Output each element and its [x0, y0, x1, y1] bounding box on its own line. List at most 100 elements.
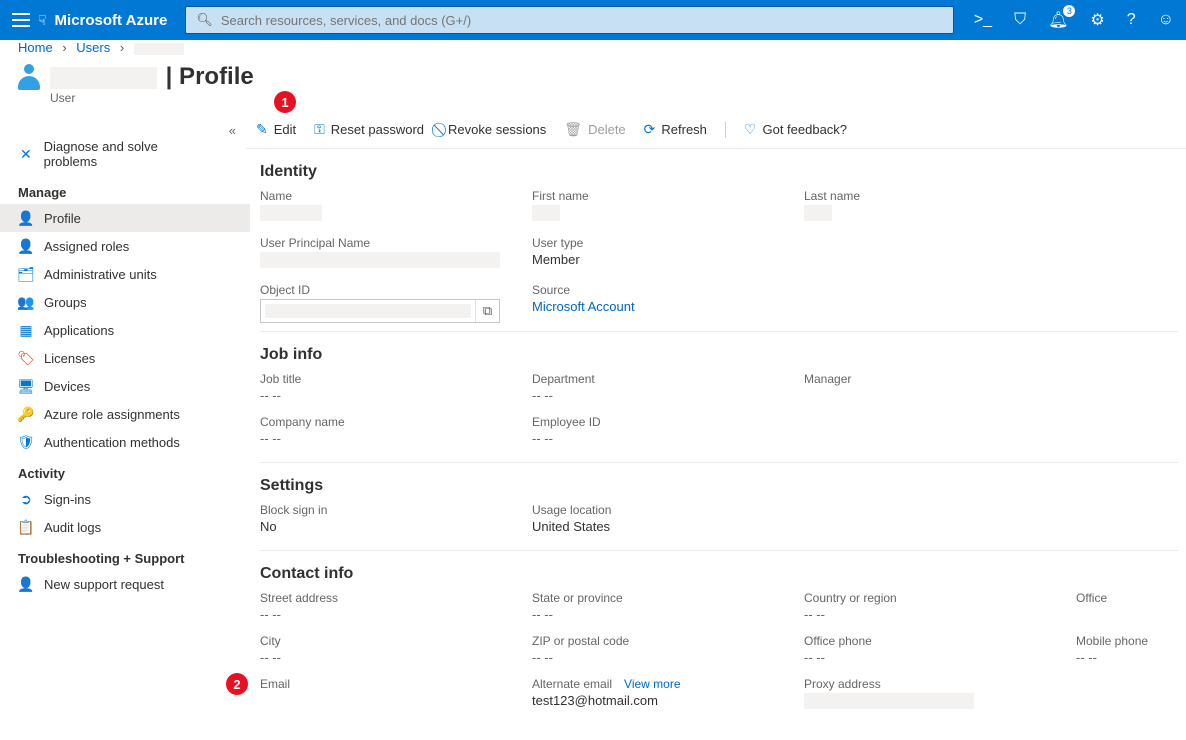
reset-password-button[interactable]: ⚿Reset password	[314, 121, 424, 138]
breadcrumb: Home › Users ›	[0, 40, 1186, 63]
country-value: -- --	[804, 607, 1074, 622]
breadcrumb-home[interactable]: Home	[18, 40, 53, 55]
sidebar-item-profile[interactable]: 👤Profile	[0, 204, 250, 232]
city-label: City	[260, 634, 530, 648]
settings-heading: Settings	[260, 477, 1178, 495]
altemail-label: Alternate emailView more	[532, 677, 802, 691]
copy-icon[interactable]: ⧉	[475, 300, 499, 322]
help-icon[interactable]: ?	[1127, 11, 1136, 29]
search-icon: 🔍︎	[196, 12, 213, 28]
hamburger-menu[interactable]	[12, 10, 32, 30]
breadcrumb-current	[134, 43, 184, 55]
sidebar-item-admin-units[interactable]: 🗂Administrative units	[0, 260, 250, 288]
revoke-sessions-button[interactable]: ⃠Revoke sessions	[442, 121, 546, 138]
sidebar-item-diagnose[interactable]: ✕Diagnose and solve problems	[0, 133, 229, 175]
profile-icon: 👤	[18, 210, 34, 226]
brand-label: Microsoft Azure	[55, 12, 168, 29]
feedback-button[interactable]: ♡Got feedback?	[744, 121, 847, 138]
company-value: -- --	[260, 431, 530, 446]
annotation-marker-2: 2	[226, 673, 248, 695]
trash-icon: 🗑	[564, 121, 582, 138]
sidebar-item-applications[interactable]: ▦Applications	[0, 316, 250, 344]
audit-icon: 📋	[18, 519, 34, 535]
feedback-icon[interactable]: ☺	[1158, 11, 1174, 29]
annotation-marker-1: 1	[274, 91, 296, 113]
contact-heading: Contact info	[260, 565, 1178, 583]
lastname-value	[804, 205, 832, 221]
empid-value: -- --	[532, 431, 802, 446]
sidebar-item-new-support[interactable]: 👤New support request	[0, 570, 250, 598]
diagnose-icon: ✕	[18, 146, 34, 162]
collapse-sidebar-icon[interactable]: «	[229, 123, 236, 138]
sidebar-section-manage: Manage	[0, 175, 250, 204]
proxy-label: Proxy address	[804, 677, 1074, 691]
identity-heading: Identity	[260, 163, 1178, 181]
sidebar-item-licenses[interactable]: 🏷Licenses	[0, 344, 250, 372]
page-subtype: User	[0, 91, 1186, 105]
sidebar-item-groups[interactable]: 👥Groups	[0, 288, 250, 316]
zip-label: ZIP or postal code	[532, 634, 802, 648]
objectid-label: Object ID	[260, 283, 530, 297]
sidebar-item-auth-methods[interactable]: 🛡Authentication methods	[0, 428, 250, 456]
sidebar-item-audit-logs[interactable]: 📋Audit logs	[0, 513, 250, 541]
usertype-label: User type	[532, 236, 802, 250]
sidebar-section-activity: Activity	[0, 456, 250, 485]
street-value: -- --	[260, 607, 530, 622]
department-label: Department	[532, 372, 802, 386]
toolbar-separator	[725, 122, 726, 138]
firstname-label: First name	[532, 189, 802, 203]
notifications-icon[interactable]: 🔔︎3	[1048, 10, 1068, 30]
page-title: | Profile	[50, 63, 254, 91]
refresh-button[interactable]: ⟳Refresh	[644, 121, 707, 138]
block-value: No	[260, 519, 530, 534]
notification-badge: 3	[1063, 5, 1075, 17]
filter-icon[interactable]: ⛉	[1014, 11, 1026, 29]
usertype-value: Member	[532, 252, 802, 267]
firstname-value	[532, 205, 560, 221]
user-icon	[18, 64, 40, 90]
breadcrumb-users[interactable]: Users	[76, 40, 110, 55]
city-value: -- --	[260, 650, 530, 665]
state-label: State or province	[532, 591, 802, 605]
jobtitle-value: -- --	[260, 388, 530, 403]
shield-icon: 🛡	[18, 434, 34, 450]
country-label: Country or region	[804, 591, 1074, 605]
objectid-field[interactable]: ⧉	[260, 299, 500, 323]
proxy-value	[804, 693, 974, 709]
applications-icon: ▦	[18, 322, 34, 338]
jobinfo-heading: Job info	[260, 346, 1178, 364]
support-icon: 👤	[18, 576, 34, 592]
cloud-shell-icon[interactable]: >_	[974, 11, 992, 29]
manager-label: Manager	[804, 372, 1074, 386]
viewmore-link[interactable]: View more	[624, 677, 680, 691]
sidebar-item-signins[interactable]: ➲Sign-ins	[0, 485, 250, 513]
edit-button[interactable]: 1 ✎Edit	[256, 121, 296, 138]
altemail-value: test123@hotmail.com	[532, 693, 802, 708]
email-label: Email	[260, 677, 530, 691]
sidebar-item-assigned-roles[interactable]: 👤Assigned roles	[0, 232, 250, 260]
source-value[interactable]: Microsoft Account	[532, 299, 635, 314]
settings-icon[interactable]: ⚙	[1090, 10, 1104, 30]
lastname-label: Last name	[804, 189, 1074, 203]
groups-icon: 👥	[18, 294, 34, 310]
company-label: Company name	[260, 415, 530, 429]
search-input[interactable]	[221, 13, 943, 28]
jobtitle-label: Job title	[260, 372, 530, 386]
street-label: Street address	[260, 591, 530, 605]
officephone-label: Office phone	[804, 634, 1074, 648]
zip-value: -- --	[532, 650, 802, 665]
sidebar-item-devices[interactable]: 🖥Devices	[0, 372, 250, 400]
signin-icon: ➲	[18, 491, 34, 507]
key-small-icon: ⚿	[314, 121, 325, 138]
global-search[interactable]: 🔍︎	[185, 6, 954, 34]
mobile-value: -- --	[1076, 650, 1178, 665]
refresh-icon: ⟳	[644, 121, 656, 138]
sidebar-item-azure-role[interactable]: 🔑Azure role assignments	[0, 400, 250, 428]
licenses-icon: 🏷	[18, 350, 34, 366]
office-label: Office	[1076, 591, 1178, 605]
source-label: Source	[532, 283, 802, 297]
key-icon: 🔑	[18, 406, 34, 422]
cursor-icon: ☟	[38, 12, 47, 29]
sidebar-section-trouble: Troubleshooting + Support	[0, 541, 250, 570]
upn-label: User Principal Name	[260, 236, 530, 250]
